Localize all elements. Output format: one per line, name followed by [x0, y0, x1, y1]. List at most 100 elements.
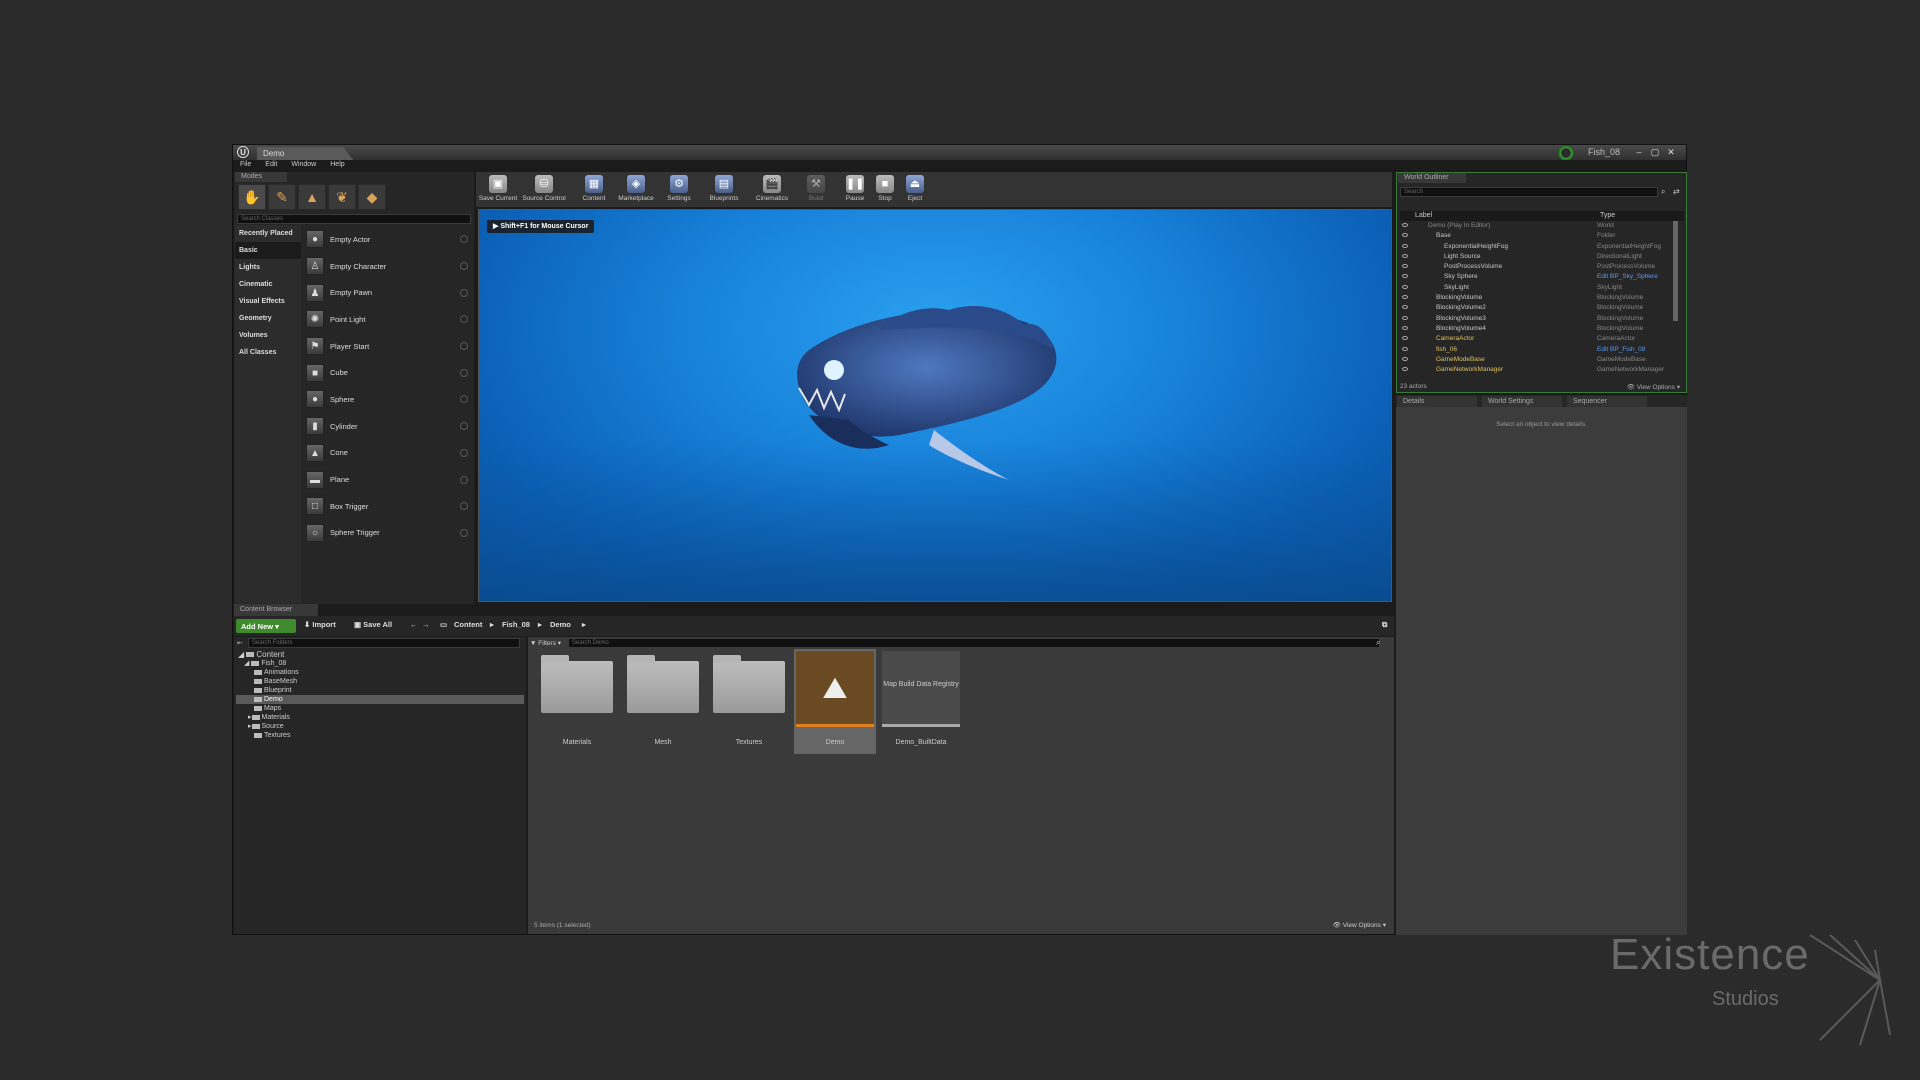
tree-item-basemesh[interactable]: BaseMesh — [236, 677, 524, 686]
landscape-mode-icon[interactable]: ▲ — [298, 184, 326, 210]
table-row[interactable]: CameraActor CameraActor — [1400, 334, 1670, 344]
tree-item-fish08[interactable]: ◢ Fish_08 — [236, 659, 524, 668]
stop-button[interactable]: ■ Stop — [870, 174, 900, 205]
content-browser-tab[interactable]: Content Browser — [234, 604, 318, 616]
tree-item-materials[interactable]: ▸ Materials — [236, 713, 524, 722]
world-outliner-tab[interactable]: World Outliner — [1398, 173, 1466, 183]
category-visual-effects[interactable]: Visual Effects — [235, 293, 301, 310]
back-arrow-icon[interactable]: ← — [410, 620, 418, 629]
category-lights[interactable]: Lights — [235, 259, 301, 276]
list-item[interactable]: ● Empty Actor — [304, 226, 472, 253]
list-item[interactable]: ● Sphere — [304, 386, 472, 413]
add-new-button[interactable]: Add New ▾ — [236, 619, 296, 633]
help-icon[interactable] — [460, 262, 468, 271]
filters-button[interactable]: ▼ Filters ▾ — [530, 639, 564, 648]
paint-mode-icon[interactable]: ✎ — [268, 184, 296, 210]
help-icon[interactable] — [460, 528, 468, 537]
breadcrumb-demo[interactable]: Demo — [550, 620, 571, 629]
menu-file[interactable]: File — [233, 160, 258, 168]
place-mode-icon[interactable]: ✋ — [238, 184, 266, 210]
blueprints-button[interactable]: ▤ Blueprints — [702, 174, 746, 205]
asset-folder-materials[interactable]: Materials — [536, 649, 618, 754]
settings-button[interactable]: ⚙ Settings — [660, 174, 698, 205]
table-row[interactable]: GameNetworkManager GameNetworkManager — [1400, 365, 1670, 375]
view-options-button[interactable]: 👁 View Options ▾ — [1333, 921, 1386, 929]
table-row[interactable]: Light Source DirectionalLight — [1400, 252, 1670, 262]
tree-item-content[interactable]: ◢ Content — [236, 650, 524, 659]
list-item[interactable]: ♟ Empty Pawn — [304, 279, 472, 306]
category-volumes[interactable]: Volumes — [235, 327, 301, 344]
search-icon[interactable]: ⌕ — [1376, 638, 1380, 648]
minimize-button[interactable]: – — [1632, 146, 1646, 158]
tab-details[interactable]: Details — [1397, 396, 1477, 407]
eye-icon[interactable] — [1402, 315, 1408, 320]
view-options-button[interactable]: 👁 View Options ▾ — [1627, 383, 1680, 391]
create-folder-icon[interactable]: ⇄ — [1673, 187, 1680, 196]
asset-folder-mesh[interactable]: Mesh — [622, 649, 704, 754]
search-icon[interactable]: ⌕ — [1661, 187, 1665, 197]
eye-icon[interactable] — [1402, 356, 1408, 361]
tab-sequencer[interactable]: Sequencer — [1567, 396, 1647, 407]
outliner-search-input[interactable]: Search — [1400, 187, 1658, 197]
help-icon[interactable] — [460, 395, 468, 404]
save-all-button[interactable]: ▣ Save All — [354, 620, 392, 629]
eye-icon[interactable] — [1402, 325, 1408, 330]
help-icon[interactable] — [460, 315, 468, 324]
list-item[interactable]: ▲ Cone — [304, 440, 472, 467]
type-column-header[interactable]: Type — [1600, 212, 1615, 219]
level-tab[interactable]: Demo — [257, 147, 353, 160]
build-button[interactable]: ⚒ Build — [798, 174, 834, 205]
label-column-header[interactable]: Label — [1415, 212, 1432, 219]
category-recently-placed[interactable]: Recently Placed — [235, 225, 301, 242]
list-item[interactable]: ♙ Empty Character — [304, 253, 472, 280]
table-row[interactable]: BlockingVolume4 BlockingVolume — [1400, 324, 1670, 334]
tree-item-maps[interactable]: Maps — [236, 704, 524, 713]
list-item[interactable]: ■ Cube — [304, 359, 472, 386]
list-item[interactable]: □ Box Trigger — [304, 493, 472, 520]
edit-blueprint-link[interactable]: Edit BP_Fish_08 — [1597, 346, 1645, 353]
eye-icon[interactable] — [1402, 305, 1408, 310]
table-row[interactable]: SkyLight SkyLight — [1400, 283, 1670, 293]
help-icon[interactable] — [460, 422, 468, 431]
search-assets-input[interactable]: Search Demo — [568, 638, 1380, 648]
table-row[interactable]: Sky Sphere Edit BP_Sky_Sphere — [1400, 272, 1670, 282]
save-current-button[interactable]: ▣ Save Current — [476, 174, 520, 205]
geometry-mode-icon[interactable]: ◆ — [358, 184, 386, 210]
source-control-button[interactable]: ⛁ Source Control — [522, 174, 566, 205]
help-icon[interactable] — [460, 475, 468, 484]
eye-icon[interactable] — [1402, 274, 1408, 279]
breadcrumb-content[interactable]: Content — [454, 620, 482, 629]
breadcrumb-fish08[interactable]: Fish_08 — [502, 620, 530, 629]
menu-help[interactable]: Help — [323, 160, 351, 168]
tab-world-settings[interactable]: World Settings — [1482, 396, 1562, 407]
outliner-scrollbar[interactable] — [1673, 221, 1678, 321]
import-button[interactable]: ⬇ Import — [304, 620, 336, 629]
table-row[interactable]: PostProcessVolume PostProcessVolume — [1400, 262, 1670, 272]
category-all-classes[interactable]: All Classes — [235, 344, 301, 361]
lock-icon[interactable]: ⧉ — [1382, 620, 1387, 630]
eye-icon[interactable] — [1402, 223, 1408, 227]
forward-arrow-icon[interactable]: → — [422, 620, 430, 629]
asset-folder-textures[interactable]: Textures — [708, 649, 790, 754]
marketplace-button[interactable]: ◈ Marketplace — [614, 174, 658, 205]
help-icon[interactable] — [460, 448, 468, 457]
list-item[interactable]: ○ Sphere Trigger — [304, 520, 472, 547]
cinematics-button[interactable]: 🎬 Cinematics — [750, 174, 794, 205]
eye-icon[interactable] — [1402, 284, 1408, 289]
table-row[interactable]: ExponentialHeightFog ExponentialHeightFog — [1400, 242, 1670, 252]
table-row[interactable]: Demo (Play In Editor) World — [1400, 221, 1670, 231]
tree-item-animations[interactable]: Animations — [236, 668, 524, 677]
list-item[interactable]: ✺ Point Light — [304, 306, 472, 333]
modes-tab[interactable]: Modes — [235, 172, 287, 182]
eye-icon[interactable] — [1402, 295, 1408, 300]
sources-toggle-icon[interactable]: ⇤ — [237, 639, 243, 647]
eye-icon[interactable] — [1402, 243, 1408, 248]
list-item[interactable]: ▮ Cylinder — [304, 413, 472, 440]
foliage-mode-icon[interactable]: ❦ — [328, 184, 356, 210]
help-icon[interactable] — [460, 502, 468, 511]
unreal-logo-icon[interactable]: U — [237, 146, 249, 158]
table-row[interactable]: BlockingVolume BlockingVolume — [1400, 293, 1670, 303]
menu-edit[interactable]: Edit — [258, 160, 284, 168]
help-icon[interactable] — [460, 288, 468, 297]
help-icon[interactable] — [460, 235, 468, 244]
